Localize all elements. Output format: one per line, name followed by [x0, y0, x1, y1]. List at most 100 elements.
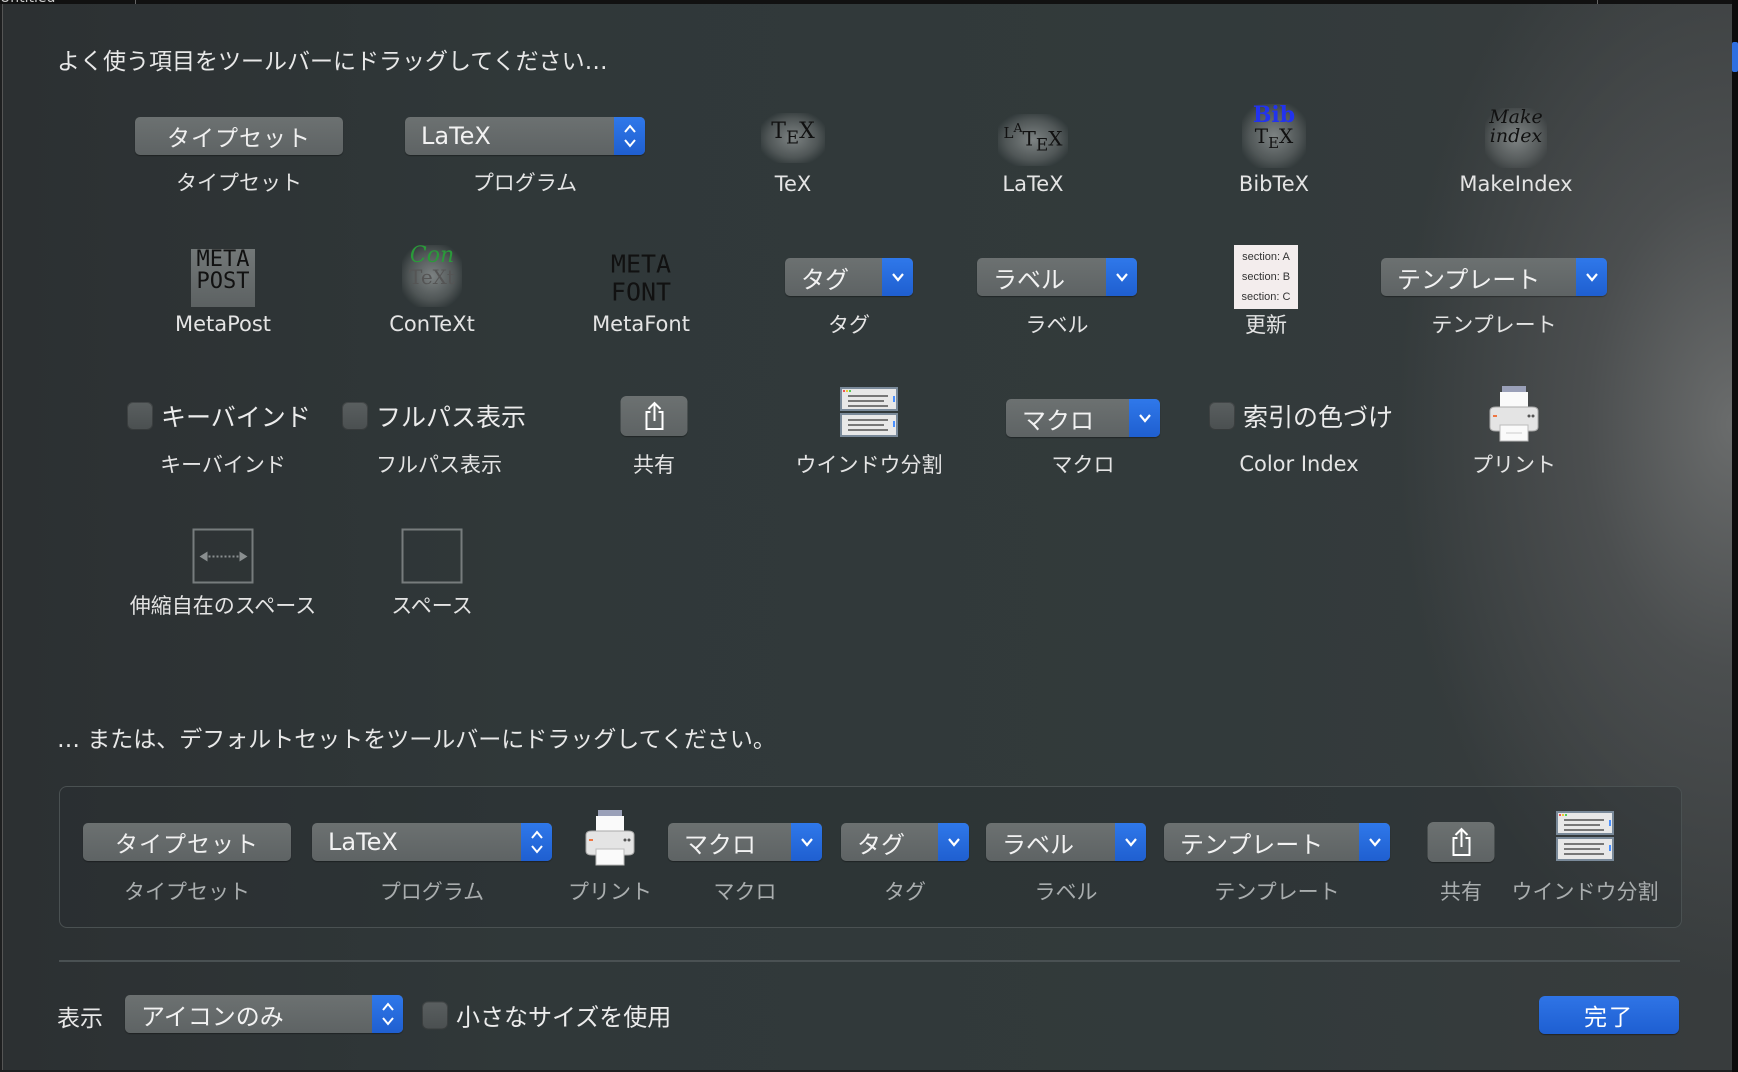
footer-divider — [59, 960, 1680, 962]
default-program-popup[interactable]: LaTeX — [312, 823, 552, 861]
colorindex-checkbox-label: 索引の色づけ — [1243, 403, 1394, 432]
labels-pulldown[interactable]: ラベル — [977, 258, 1137, 296]
program-popup-value: LaTeX — [421, 122, 491, 150]
colorindex-item-label: Color Index — [1239, 452, 1359, 476]
tags-item-label: タグ — [828, 313, 870, 337]
section-line: section: C — [1241, 291, 1291, 303]
checkbox-box[interactable] — [127, 402, 153, 430]
default-typeset-button[interactable]: タイプセット — [83, 823, 291, 861]
default-labels-pulldown[interactable]: ラベル — [986, 823, 1146, 861]
split-window-icon[interactable] — [1556, 811, 1614, 865]
background-window-edge-right — [1732, 0, 1738, 1072]
typeset-button[interactable]: タイプセット — [135, 117, 343, 155]
colorindex-checkbox[interactable]: 索引の色づけ — [1209, 398, 1393, 434]
update-item-label: 更新 — [1245, 313, 1287, 337]
small-size-checkbox-label: 小さなサイズを使用 — [456, 1003, 672, 1032]
done-button[interactable]: 完了 — [1539, 996, 1679, 1034]
print-item-label: プリント — [1472, 453, 1556, 477]
makeindex-item-label: MakeIndex — [1459, 172, 1573, 196]
keybind-checkbox[interactable]: キーバインド — [127, 398, 311, 434]
share-item-label: 共有 — [633, 453, 675, 477]
checkbox-box[interactable] — [1209, 402, 1235, 430]
space-item-label: スペース — [391, 594, 473, 618]
default-template-label: テンプレート — [1214, 880, 1340, 904]
default-labels-value: ラベル — [1002, 830, 1074, 859]
metafont-icon-bottom-text: FONT — [610, 277, 672, 306]
chevron-down-icon — [1576, 258, 1607, 296]
default-template-value: テンプレート — [1180, 830, 1324, 859]
context-icon-bottom-text: TeXt — [409, 265, 455, 289]
typeset-item-label: タイプセット — [176, 171, 302, 195]
flexible-space-icon[interactable] — [192, 528, 254, 584]
flexspace-item-label: 伸縮自在のスペース — [129, 594, 317, 618]
default-tags-value: タグ — [857, 830, 905, 859]
split-window-icon[interactable] — [840, 387, 898, 441]
metafont-icon[interactable]: META FONT — [610, 249, 672, 306]
share-button[interactable] — [620, 396, 688, 436]
makeindex-icon-bottom-text: index — [1489, 125, 1543, 147]
show-label: 表示 — [57, 1006, 103, 1032]
metapost-icon[interactable]: META POST — [191, 249, 255, 307]
metafont-item-label: MetaFont — [592, 312, 690, 336]
printer-icon[interactable] — [582, 809, 638, 871]
fullpath-item-label: フルパス表示 — [376, 453, 502, 477]
default-program-label: プログラム — [379, 880, 485, 904]
customize-toolbar-sheet: よく使う項目をツールバーにドラッグしてください… タイプセット タイプセット L… — [2, 4, 1733, 1070]
template-item-label: テンプレート — [1431, 313, 1557, 337]
small-size-checkbox[interactable]: 小さなサイズを使用 — [422, 998, 671, 1033]
tags-pulldown[interactable]: タグ — [785, 258, 913, 296]
section-line: section: A — [1242, 251, 1290, 263]
section-list-icon[interactable]: section: A section: B section: C — [1234, 245, 1298, 309]
latex-icon[interactable]: LATEX — [998, 114, 1068, 166]
tex-icon[interactable]: TEX — [761, 113, 825, 163]
fullpath-checkbox[interactable]: フルパス表示 — [342, 398, 526, 434]
bibtex-icon[interactable]: Bib TEX — [1242, 104, 1306, 168]
default-tags-label: タグ — [884, 880, 926, 904]
chevron-down-icon — [1106, 258, 1137, 296]
macro-pulldown[interactable]: マクロ — [1006, 399, 1160, 437]
share-icon — [1452, 827, 1470, 856]
default-template-pulldown[interactable]: テンプレート — [1164, 823, 1390, 861]
stepper-arrows-icon — [521, 823, 552, 861]
template-pulldown[interactable]: テンプレート — [1381, 258, 1607, 296]
keybind-checkbox-label: キーバインド — [161, 403, 311, 432]
context-icon-top-text: Con — [409, 243, 455, 268]
context-icon[interactable]: Con TeXt — [402, 245, 462, 307]
chevron-down-icon — [1129, 399, 1160, 437]
metapost-icon-bottom-text: POST — [196, 269, 250, 294]
default-labels-label: ラベル — [1034, 880, 1098, 904]
share-icon — [645, 401, 663, 430]
default-share-button[interactable] — [1427, 822, 1495, 862]
section-line: section: B — [1241, 271, 1291, 283]
chevron-down-icon — [791, 823, 822, 861]
chevron-down-icon — [1115, 823, 1146, 861]
program-popup[interactable]: LaTeX — [405, 117, 645, 155]
default-share-label: 共有 — [1440, 880, 1482, 904]
stepper-arrows-icon — [372, 995, 403, 1033]
chevron-down-icon — [938, 823, 969, 861]
default-typeset-label: タイプセット — [124, 880, 250, 904]
makeindex-icon[interactable]: Make index — [1485, 108, 1547, 168]
tags-pulldown-value: タグ — [801, 265, 849, 294]
default-macro-value: マクロ — [684, 830, 756, 859]
keybind-item-label: キーバインド — [160, 453, 286, 477]
default-tags-pulldown[interactable]: タグ — [841, 823, 969, 861]
chevron-down-icon — [1359, 823, 1390, 861]
printer-icon[interactable] — [1486, 385, 1542, 447]
template-pulldown-value: テンプレート — [1397, 265, 1541, 294]
checkbox-box[interactable] — [422, 1001, 448, 1029]
space-icon[interactable] — [401, 528, 463, 584]
context-item-label: ConTeXt — [389, 312, 475, 336]
metafont-icon-top-text: META — [610, 249, 672, 279]
macro-item-label: マクロ — [1051, 453, 1115, 477]
stepper-arrows-icon — [614, 117, 645, 155]
show-mode-popup[interactable]: アイコンのみ — [125, 995, 403, 1033]
default-macro-pulldown[interactable]: マクロ — [668, 823, 822, 861]
default-print-label: プリント — [568, 880, 652, 904]
metapost-item-label: MetaPost — [174, 312, 272, 336]
splitwindow-item-label: ウインドウ分割 — [795, 453, 943, 477]
tex-item-label: TeX — [774, 172, 812, 196]
macro-pulldown-value: マクロ — [1022, 406, 1094, 435]
show-mode-value: アイコンのみ — [141, 1002, 284, 1031]
checkbox-box[interactable] — [342, 402, 368, 430]
